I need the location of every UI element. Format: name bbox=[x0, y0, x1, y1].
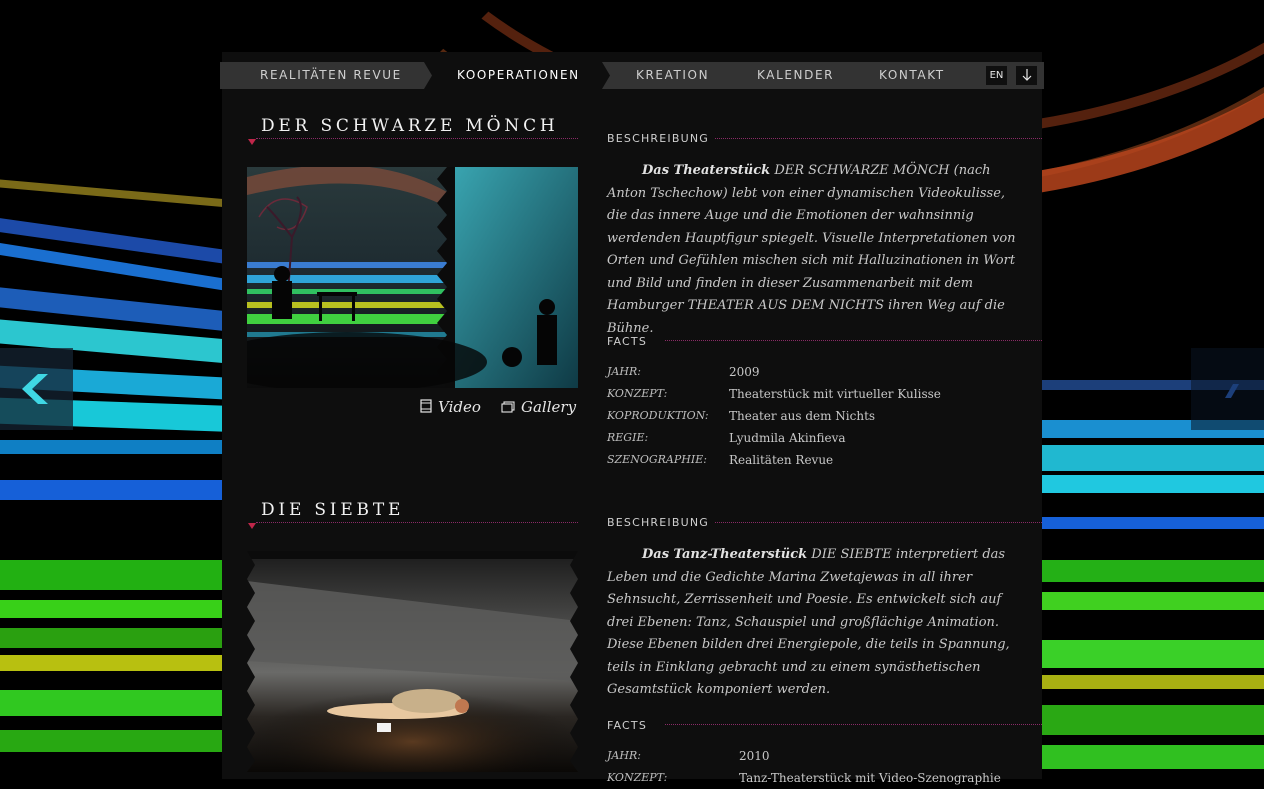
fact-key: REGIE: bbox=[607, 431, 649, 444]
previous-arrow-button[interactable] bbox=[0, 348, 73, 430]
fact-value: 2010 bbox=[739, 749, 770, 763]
nav-item-kontakt[interactable]: KONTAKT bbox=[879, 62, 945, 89]
light-streak bbox=[1030, 475, 1264, 493]
fact-value: 2009 bbox=[729, 365, 760, 379]
download-button[interactable] bbox=[1016, 66, 1037, 85]
fact-value: Realitäten Revue bbox=[729, 453, 834, 467]
beschreibung-label: BESCHREIBUNG bbox=[607, 132, 716, 145]
project-photo[interactable] bbox=[247, 551, 578, 772]
section-divider bbox=[665, 724, 1042, 725]
fact-key: KONZEPT: bbox=[607, 771, 668, 784]
dance-photo-image bbox=[247, 551, 578, 772]
gallery-link[interactable]: Gallery bbox=[501, 398, 576, 416]
light-streak bbox=[0, 560, 240, 590]
stage-photo-image bbox=[247, 167, 578, 388]
project-description: Das Tanz-Theaterstück DIE SIEBTE interpr… bbox=[607, 544, 1019, 702]
light-streak bbox=[1030, 640, 1264, 668]
section-divider bbox=[665, 340, 1042, 341]
project-description: Das Theaterstück DER SCHWARZE MÖNCH (nac… bbox=[607, 160, 1019, 340]
nav-item-kooperationen[interactable]: KOOPERATIONEN bbox=[457, 62, 580, 89]
fact-key: KONZEPT: bbox=[607, 387, 668, 400]
description-text: DIE SIEBTE interpretiert das Leben und d… bbox=[607, 547, 1010, 697]
fact-value: Theater aus dem Nichts bbox=[729, 409, 876, 423]
fact-key: KOPRODUKTION: bbox=[607, 409, 709, 422]
fact-key: SZENOGRAPHIE: bbox=[607, 453, 707, 466]
project-photo[interactable] bbox=[247, 167, 578, 388]
light-streak bbox=[0, 440, 240, 454]
language-switch-button[interactable]: EN bbox=[986, 66, 1007, 85]
description-text: DER SCHWARZE MÖNCH (nach Anton Tschechow… bbox=[607, 163, 1016, 336]
video-label: Video bbox=[438, 398, 481, 416]
light-streak bbox=[1030, 592, 1264, 610]
gallery-icon bbox=[501, 401, 515, 413]
light-streak bbox=[1030, 445, 1264, 471]
light-streak bbox=[1030, 705, 1264, 735]
gallery-label: Gallery bbox=[521, 398, 577, 416]
nav-item-kalender[interactable]: KALENDER bbox=[757, 62, 834, 89]
nav-item-realitaeten-revue[interactable]: REALITÄTEN REVUE bbox=[260, 62, 402, 89]
fact-value: Lyudmila Akinfieva bbox=[729, 431, 846, 445]
project-title: DER SCHWARZE MÖNCH bbox=[261, 116, 559, 136]
nav-item-kreation[interactable]: KREATION bbox=[636, 62, 709, 89]
facts-label: FACTS bbox=[607, 335, 656, 348]
light-streak bbox=[0, 179, 240, 209]
chevron-right-icon bbox=[1225, 384, 1239, 398]
light-streak bbox=[0, 730, 240, 752]
arrow-down-icon bbox=[1022, 69, 1031, 81]
fact-key: JAHR: bbox=[607, 749, 641, 762]
light-streak bbox=[0, 655, 240, 671]
title-divider bbox=[256, 522, 578, 523]
video-link[interactable]: Video bbox=[420, 398, 481, 416]
fact-key: JAHR: bbox=[607, 365, 641, 378]
light-streak bbox=[0, 600, 240, 618]
light-streak bbox=[1030, 560, 1264, 582]
triangle-marker-icon bbox=[248, 523, 256, 529]
beschreibung-label: BESCHREIBUNG bbox=[607, 516, 716, 529]
fact-value: Theaterstück mit virtueller Kulisse bbox=[729, 387, 941, 401]
next-arrow-button[interactable] bbox=[1191, 348, 1264, 430]
triangle-marker-icon bbox=[248, 139, 256, 145]
light-streak bbox=[1030, 675, 1264, 689]
facts-label: FACTS bbox=[607, 719, 656, 732]
main-navigation: REALITÄTEN REVUE KOOPERATIONEN KREATION … bbox=[220, 62, 1044, 89]
light-streak bbox=[0, 628, 240, 648]
chevron-left-icon bbox=[22, 374, 48, 404]
title-divider bbox=[256, 138, 578, 139]
fact-value: Tanz-Theaterstück mit Video-Szenographie bbox=[739, 771, 1001, 785]
light-streak bbox=[1030, 517, 1264, 529]
description-intro: Das Theaterstück bbox=[642, 163, 771, 178]
film-icon bbox=[420, 399, 432, 413]
light-streak bbox=[1030, 745, 1264, 769]
light-streak bbox=[0, 480, 240, 500]
project-title: DIE SIEBTE bbox=[261, 500, 405, 520]
description-intro: Das Tanz-Theaterstück bbox=[642, 547, 808, 562]
section-divider bbox=[700, 138, 1042, 139]
section-divider bbox=[700, 522, 1042, 523]
light-streak bbox=[0, 690, 240, 716]
